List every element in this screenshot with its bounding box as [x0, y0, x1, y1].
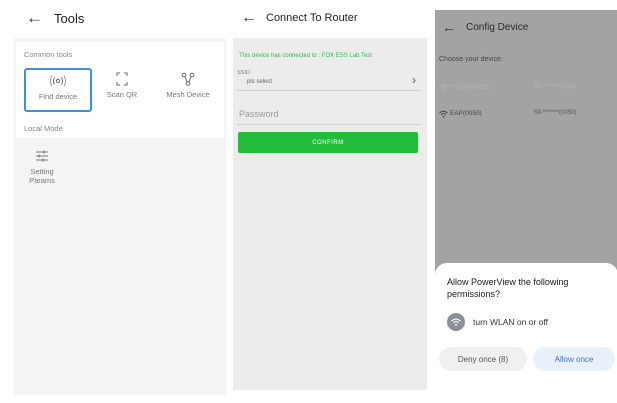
scan-frame-icon [116, 72, 128, 86]
device-list-item[interactable]: **-EAP(0052) 59-*******(0052) [439, 84, 615, 94]
permission-dialog: Allow PowerView the following permission… [435, 263, 617, 388]
arrow-left-icon: ← [241, 9, 257, 26]
confirm-button[interactable]: CONFIRM [238, 132, 418, 153]
wifi-icon [439, 84, 448, 92]
tools-header: ← Tools [14, 0, 226, 38]
find-device-label: Find device [38, 92, 78, 101]
page-title: Tools [54, 11, 85, 26]
mesh-icon [181, 72, 195, 86]
setting-params-label: Setting Params [29, 167, 55, 185]
arrow-left-icon: ← [442, 19, 456, 35]
sliders-icon [36, 150, 48, 162]
back-button[interactable]: ← [442, 19, 456, 35]
page-title: Connect To Router [266, 12, 358, 24]
common-tools-label: Common tools [24, 50, 73, 59]
allow-once-button[interactable]: Allow once [533, 347, 615, 371]
router-form: This device has connected to : FOX ESS L… [233, 38, 427, 390]
device-id: 59-*******(0050) [534, 110, 577, 116]
permission-text: turn WLAN on or off [473, 317, 548, 327]
device-id: 59-*******(0052) [534, 84, 577, 90]
divider [237, 90, 421, 91]
ssid-label: SSID [237, 70, 250, 76]
wifi-icon [447, 313, 465, 331]
back-button[interactable]: ← [241, 9, 257, 27]
local-mode-label: Local Mode [24, 124, 63, 133]
device-name: **-EAP(0052) [450, 84, 490, 91]
device-list-item[interactable]: EAP(0050) 59-*******(0050) [439, 110, 615, 120]
back-button[interactable]: ← [26, 8, 43, 28]
config-screen: ← Config Device Choose your device. **-E… [435, 10, 617, 388]
tools-screen: ← Tools Common tools Find device Scan QR [14, 0, 226, 395]
mesh-device-button[interactable]: Mesh Device [154, 68, 222, 112]
permission-prompt: Allow PowerView the following permission… [447, 277, 569, 299]
permission-item: turn WLAN on or off [447, 313, 617, 331]
ssid-select[interactable]: pls select [247, 79, 272, 85]
device-name: EAP(0050) [450, 110, 482, 117]
page-title: Config Device [466, 22, 529, 33]
password-input[interactable] [239, 107, 419, 121]
chevron-right-icon[interactable]: › [412, 73, 416, 87]
arrow-left-icon: ← [26, 8, 43, 27]
deny-once-button[interactable]: Deny once (8) [439, 347, 527, 371]
router-header: ← Connect To Router [233, 0, 427, 38]
scan-qr-label: Scan QR [106, 90, 138, 99]
system-nav-bar [14, 393, 226, 395]
find-device-button[interactable]: Find device [24, 68, 92, 112]
setting-params-button[interactable]: Setting Params [18, 146, 66, 185]
mesh-device-label: Mesh Device [166, 90, 210, 99]
radar-icon [50, 75, 66, 87]
router-screen: ← Connect To Router This device has conn… [233, 0, 427, 390]
choose-device-label: Choose your device. [439, 56, 503, 63]
scan-qr-button[interactable]: Scan QR [88, 68, 156, 112]
divider [237, 124, 421, 125]
wifi-icon [439, 110, 448, 118]
connection-info: This device has connected to : FOX ESS L… [239, 53, 372, 59]
